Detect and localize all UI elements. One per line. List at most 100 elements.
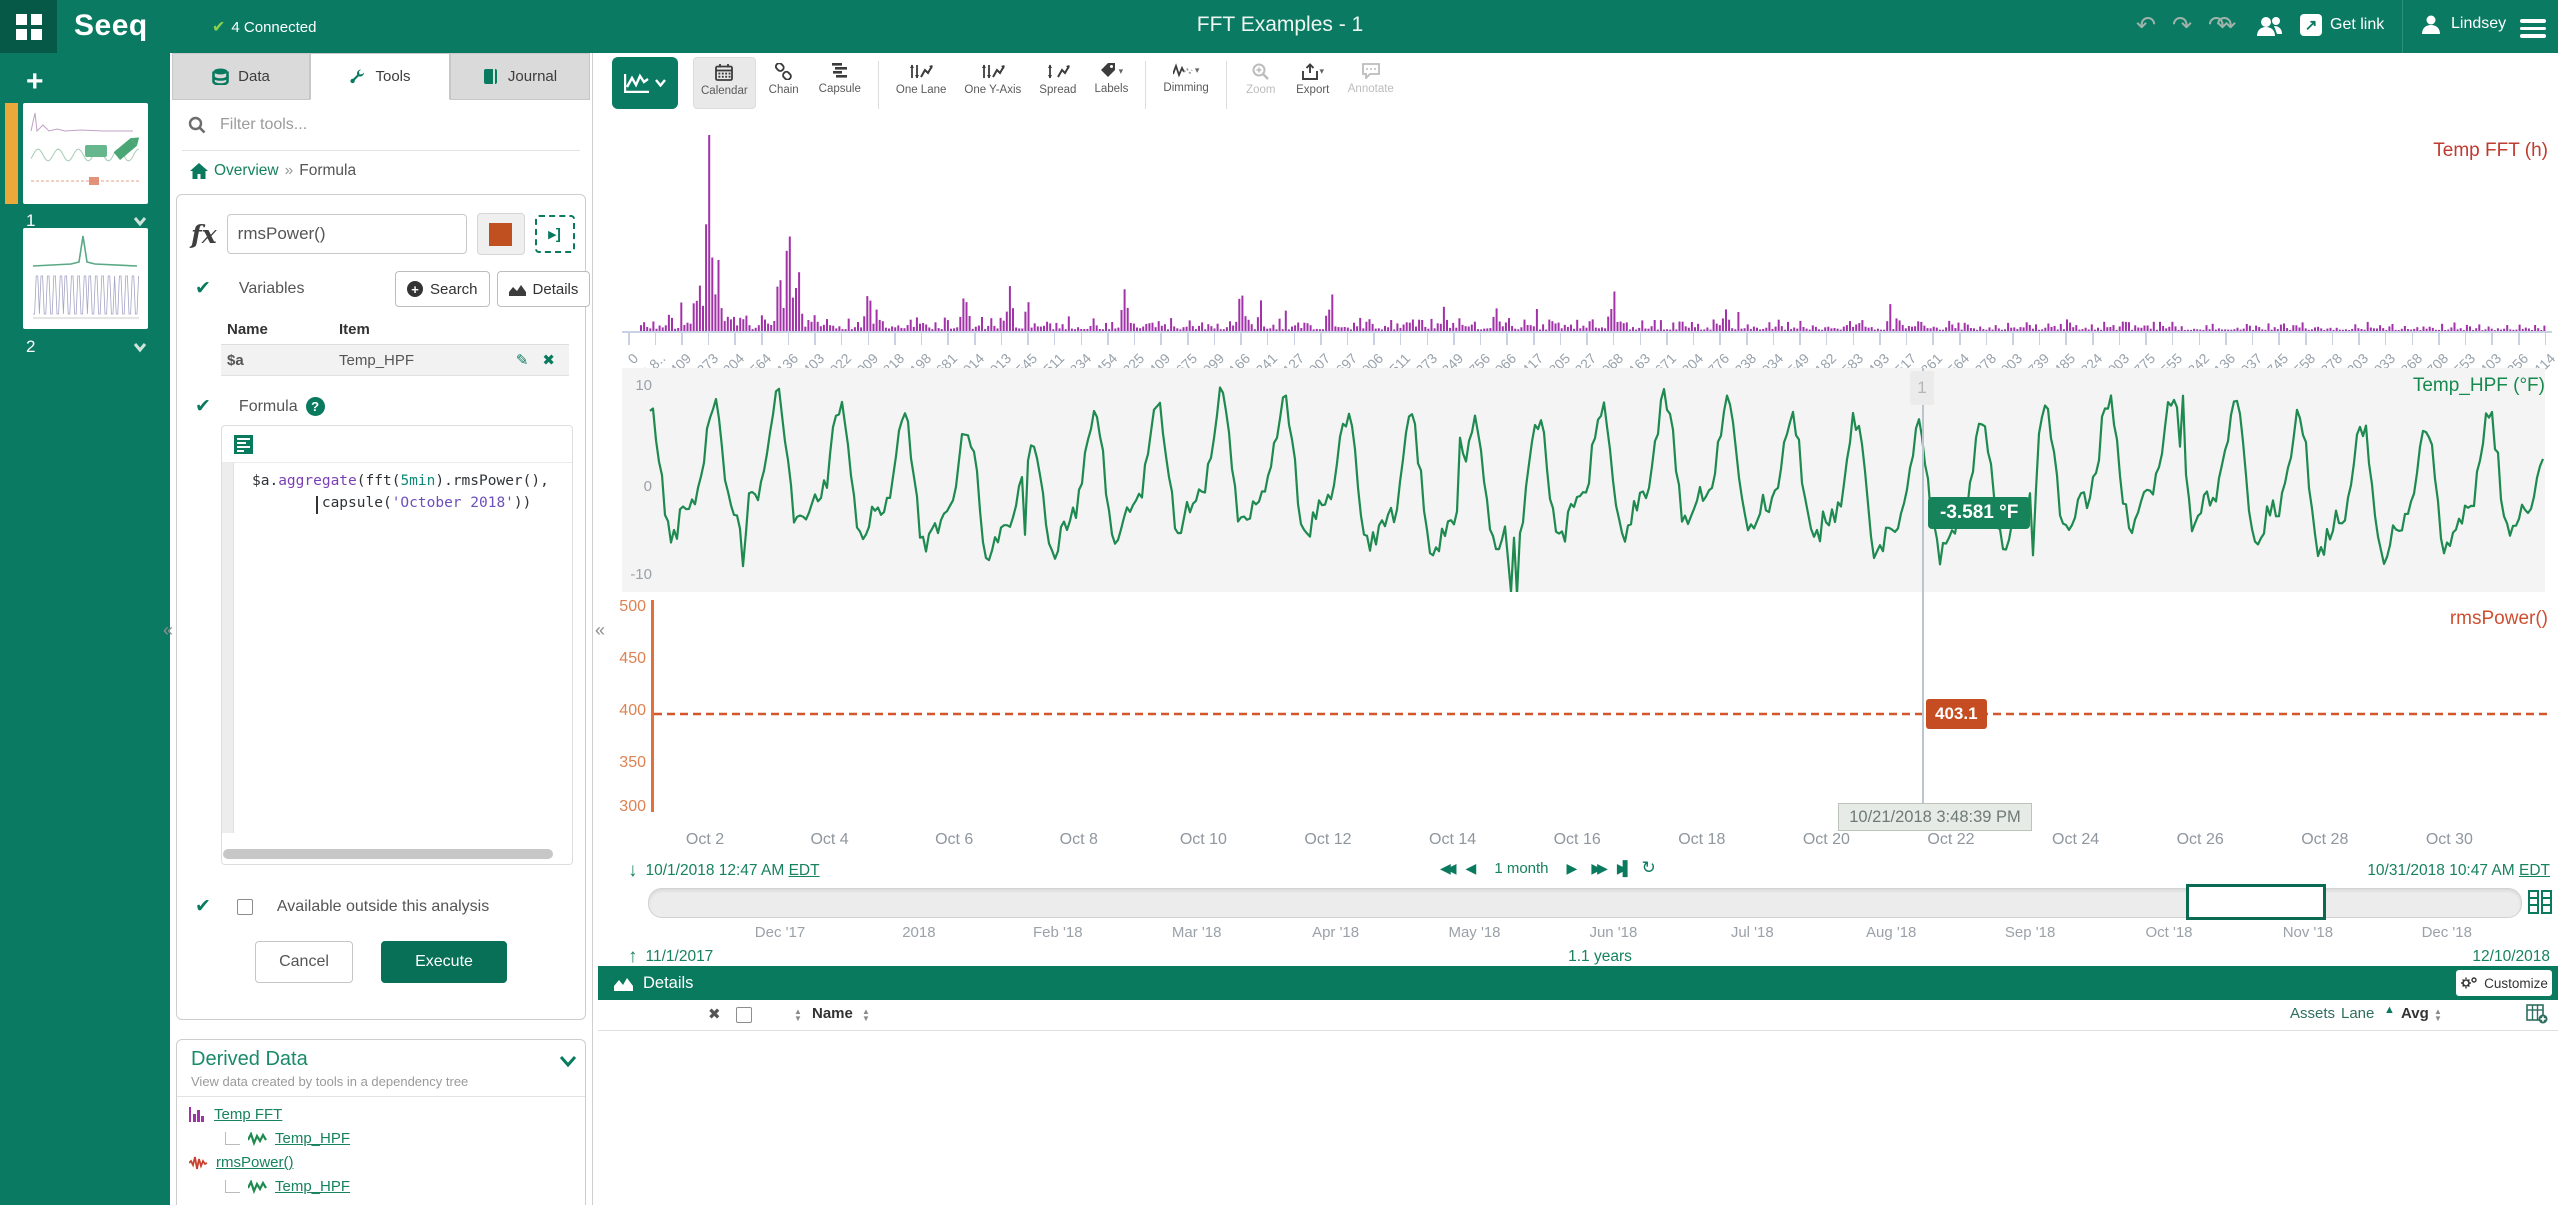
derived-data-link[interactable]: Temp_HPF — [275, 1130, 350, 1147]
editor-horizontal-scrollbar[interactable] — [223, 849, 553, 859]
chevron-down-icon[interactable] — [132, 339, 148, 355]
move-to-panel-icon[interactable]: ▸] — [534, 215, 575, 253]
filter-tools — [188, 115, 522, 135]
toolbar-button-label: Spread — [1039, 84, 1077, 96]
get-link-button[interactable]: ↗ Get link — [2300, 14, 2384, 36]
worksheet-thumbnail-2[interactable] — [23, 228, 148, 329]
derived-data-link[interactable]: Temp FFT — [214, 1106, 282, 1123]
undo-icon[interactable]: ↶ — [2136, 12, 2156, 40]
users-icon[interactable] — [2256, 14, 2284, 38]
divider — [182, 150, 580, 151]
col-lane[interactable]: Lane — [2341, 1005, 2374, 1022]
refresh-icon[interactable]: ↻ — [1642, 858, 1656, 878]
dimming-icon: ▾ — [1172, 63, 1199, 78]
cancel-button[interactable]: Cancel — [255, 941, 353, 983]
date-label: Oct 2 — [685, 831, 725, 848]
gears-icon — [2461, 977, 2477, 989]
hamburger-menu-icon[interactable] — [2520, 15, 2546, 42]
chevron-down-icon[interactable] — [132, 213, 148, 229]
derived-data-title: Derived Data — [191, 1048, 308, 1070]
edit-pencil-icon[interactable]: ✎ — [516, 351, 529, 369]
variable-details-button[interactable]: Details — [496, 271, 591, 307]
step-to-end-icon[interactable]: ▶▌ — [1617, 860, 1633, 877]
editor-toolbar — [222, 426, 572, 463]
tab-data[interactable]: Data — [172, 53, 310, 100]
help-icon[interactable]: ? — [305, 397, 325, 416]
fft-tick — [2012, 333, 2014, 345]
toolbar-button-export[interactable]: ▾ Export — [1289, 57, 1337, 109]
toolbar-button-labels[interactable]: ▾ Labels — [1087, 57, 1135, 109]
fft-tick — [1772, 333, 1775, 345]
display-range-end[interactable]: 10/31/2018 10:47 AM EDT — [2150, 862, 2550, 880]
worksheet-thumbnail-1[interactable] — [23, 103, 148, 204]
timeline-grid-icon[interactable] — [2528, 890, 2552, 914]
add-column-icon[interactable] — [2526, 1004, 2548, 1024]
breadcrumb-overview-link[interactable]: Overview — [214, 162, 279, 180]
redo-icon[interactable]: ↷ — [2172, 12, 2192, 40]
fft-tick — [1027, 333, 1029, 345]
remove-variable-icon[interactable]: ✖ — [542, 351, 555, 369]
col-assets[interactable]: Assets — [2290, 1005, 2335, 1022]
toolbar-button-label: Annotate — [1347, 83, 1394, 95]
toolbar-button-spread[interactable]: Spread — [1032, 57, 1083, 109]
step-back-full-icon[interactable]: ◀◀ — [1440, 860, 1456, 877]
fft-tick — [1985, 333, 1988, 345]
derived-data-link[interactable]: Temp_HPF — [275, 1178, 350, 1195]
formula-name-input[interactable] — [226, 214, 467, 254]
journal-icon — [483, 69, 497, 84]
tab-journal[interactable]: Journal — [450, 53, 590, 100]
range-duration[interactable]: 1 month — [1494, 860, 1548, 877]
fft-tick — [1373, 333, 1375, 345]
step-back-half-icon[interactable]: ◀ — [1466, 860, 1477, 877]
breadcrumb-current: Formula — [299, 162, 357, 179]
connection-status[interactable]: ✔ 4 Connected — [212, 17, 316, 37]
fft-tick — [840, 333, 843, 345]
home-icon[interactable] — [190, 163, 208, 179]
toolbar-button-capsule[interactable]: Capsule — [812, 57, 868, 109]
variable-search-button[interactable]: + Search — [395, 271, 490, 307]
derived-data-item: rmsPower() — [189, 1154, 294, 1171]
chevron-down-icon[interactable] — [559, 1054, 577, 1068]
collapse-rail-handle[interactable]: « — [163, 620, 173, 641]
step-forward-half-icon[interactable]: ▶ — [1567, 860, 1578, 877]
toolbar-button-one-lane[interactable]: One Lane — [889, 57, 954, 109]
fft-tick — [2491, 333, 2493, 345]
delete-all-icon[interactable]: ✖ — [708, 1005, 721, 1023]
col-avg[interactable]: Avg — [2401, 1005, 2429, 1022]
customize-button[interactable]: Customize — [2456, 970, 2552, 996]
redo-all-icon[interactable]: ↷↷ — [2208, 12, 2236, 40]
toolbar-button-dimming[interactable]: ▾ Dimming — [1156, 57, 1215, 109]
fft-tick — [1399, 333, 1402, 345]
available-outside-checkbox[interactable] — [236, 898, 253, 915]
add-worksheet-button[interactable]: + — [26, 65, 44, 99]
display-range-start[interactable]: ↓ 10/1/2018 12:47 AM EDT — [628, 860, 820, 882]
fft-tick — [1160, 333, 1162, 345]
fft-tick — [1453, 333, 1455, 345]
code-area[interactable]: $a.aggregate(fft(5min).rmsPower(), capsu… — [222, 463, 572, 864]
user-menu[interactable]: Lindsey — [2420, 13, 2506, 35]
toolbar-button-calendar[interactable]: Calendar — [693, 57, 756, 109]
derived-data-link[interactable]: rmsPower() — [216, 1154, 294, 1171]
toolbar-button-chain[interactable]: Chain — [760, 57, 808, 109]
color-picker-button[interactable] — [476, 213, 525, 255]
month-label: 2018 — [902, 924, 936, 941]
filter-tools-input[interactable] — [218, 115, 522, 135]
collapse-panel-handle[interactable]: « — [595, 620, 605, 641]
fft-tick — [2331, 333, 2334, 345]
execute-button[interactable]: Execute — [381, 941, 507, 983]
variable-row: $a Temp_HPF ✎ ✖ — [221, 345, 569, 376]
app-grid-button[interactable] — [0, 0, 57, 53]
view-mode-dropdown[interactable] — [612, 57, 678, 109]
document-lines-icon[interactable] — [234, 434, 253, 454]
lane-label-temp-fft: Temp FFT (h) — [2433, 140, 2548, 161]
col-name[interactable]: Name — [812, 1005, 853, 1022]
fft-tick — [947, 333, 949, 345]
temp-hpf-line-chart[interactable] — [622, 368, 2545, 592]
select-all-checkbox[interactable] — [736, 1007, 752, 1023]
topbar-divider — [2402, 0, 2403, 53]
timeline-selected-range[interactable] — [2186, 884, 2326, 920]
formula-editor[interactable]: $a.aggregate(fft(5min).rmsPower(), capsu… — [221, 425, 573, 865]
tab-tools[interactable]: Tools — [310, 53, 450, 100]
step-forward-full-icon[interactable]: ▶▶ — [1591, 860, 1607, 877]
toolbar-button-one-y-axis[interactable]: One Y-Axis — [957, 57, 1028, 109]
